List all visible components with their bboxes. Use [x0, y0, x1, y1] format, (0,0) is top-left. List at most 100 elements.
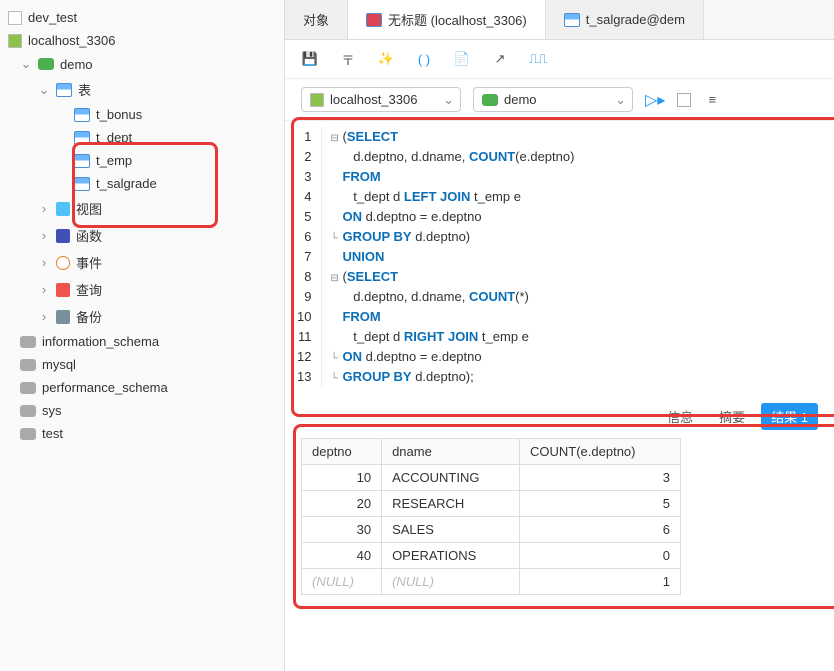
database-select[interactable]: demo [473, 87, 633, 112]
table-t_bonus[interactable]: t_bonus [0, 103, 284, 126]
chevron-right-icon: › [38, 309, 50, 324]
col-header[interactable]: deptno [302, 439, 382, 465]
editor-tabs: 对象 无标题 (localhost_3306) t_salgrade@dem [285, 0, 834, 40]
table-row[interactable]: (NULL)(NULL)1 [302, 569, 681, 595]
table-t_emp[interactable]: t_emp [0, 149, 284, 172]
tab-untitled-query[interactable]: 无标题 (localhost_3306) [348, 0, 546, 39]
table-t_dept[interactable]: t_dept [0, 126, 284, 149]
tree-label: 事件 [76, 253, 102, 272]
line-gutter: 12345678910111213 [291, 127, 322, 387]
event-icon [56, 256, 70, 270]
db-tree: dev_test localhost_3306 ⌄ demo ⌄ 表 t_bon… [0, 0, 285, 671]
chevron-right-icon: › [38, 228, 50, 243]
events-node[interactable]: › 事件 [0, 249, 284, 276]
backup-icon [56, 310, 70, 324]
more-icon[interactable]: ≡ [703, 91, 721, 109]
editor-toolbar: 💾 〒 ✨ ( ) 📄 ↗ ⎍⎍ [285, 40, 834, 79]
result-tabs: 信息 摘要 结果 1 [285, 393, 834, 438]
table-row[interactable]: 40OPERATIONS0 [302, 543, 681, 569]
table-row[interactable]: 10ACCOUNTING3 [302, 465, 681, 491]
table-t_salgrade[interactable]: t_salgrade [0, 172, 284, 195]
table-icon [74, 154, 90, 168]
chevron-right-icon: › [38, 255, 50, 270]
tree-label: t_dept [96, 130, 132, 145]
tree-label: localhost_3306 [28, 33, 115, 48]
sql-code[interactable]: ⊟(SELECT d.deptno, d.dname, COUNT(e.dept… [322, 127, 574, 387]
db-demo[interactable]: ⌄ demo [0, 52, 284, 76]
connection-select[interactable]: localhost_3306 [301, 87, 461, 112]
tab-label: t_salgrade@dem [586, 12, 685, 27]
database-icon [38, 58, 54, 70]
col-header[interactable]: dname [382, 439, 520, 465]
export-icon[interactable]: ↗ [491, 50, 509, 68]
tree-label: 函数 [76, 226, 102, 245]
explain-icon[interactable]: 📄 [453, 50, 471, 68]
tree-label: demo [60, 57, 93, 72]
tree-label: t_bonus [96, 107, 142, 122]
tables-node[interactable]: ⌄ 表 [0, 76, 284, 103]
db-mysql[interactable]: mysql [0, 353, 284, 376]
table-icon [564, 13, 580, 27]
col-header[interactable]: COUNT(e.deptno) [520, 439, 681, 465]
chart-icon[interactable]: ⎍⎍ [529, 50, 547, 68]
database-icon [20, 336, 36, 348]
views-node[interactable]: › 视图 [0, 195, 284, 222]
database-icon [482, 94, 498, 106]
editor-pane: 对象 无标题 (localhost_3306) t_salgrade@dem 💾… [285, 0, 834, 671]
tab-info[interactable]: 信息 [657, 403, 703, 430]
table-icon [74, 177, 90, 191]
database-icon [20, 428, 36, 440]
tree-label: 查询 [76, 280, 102, 299]
tab-result-1[interactable]: 结果 1 [761, 403, 818, 430]
stop-button[interactable] [677, 93, 691, 107]
connection-icon [8, 34, 22, 48]
function-icon [56, 229, 70, 243]
table-row[interactable]: 20RESEARCH5 [302, 491, 681, 517]
brackets-icon[interactable]: ( ) [415, 50, 433, 68]
query-icon [56, 283, 70, 297]
query-tab-icon [366, 13, 382, 27]
beautify-icon[interactable]: ✨ [377, 50, 395, 68]
tree-label: 表 [78, 80, 91, 99]
database-icon [20, 405, 36, 417]
tree-label: 视图 [76, 199, 102, 218]
results-table[interactable]: deptnodnameCOUNT(e.deptno) 10ACCOUNTING3… [301, 438, 681, 595]
view-icon [56, 202, 70, 216]
db-information_schema[interactable]: information_schema [0, 330, 284, 353]
sql-editor[interactable]: 12345678910111213 ⊟(SELECT d.deptno, d.d… [291, 127, 828, 387]
db-test[interactable]: test [0, 422, 284, 445]
select-value: demo [504, 92, 537, 107]
queries-node[interactable]: › 查询 [0, 276, 284, 303]
tab-objects[interactable]: 对象 [285, 0, 348, 39]
tree-label: information_schema [42, 334, 159, 349]
db-performance_schema[interactable]: performance_schema [0, 376, 284, 399]
connection-icon [310, 93, 324, 107]
conn-localhost[interactable]: localhost_3306 [0, 29, 284, 52]
tree-label: sys [42, 403, 62, 418]
select-value: localhost_3306 [330, 92, 417, 107]
chevron-right-icon: › [38, 282, 50, 297]
tree-label: dev_test [28, 10, 77, 25]
save-icon[interactable]: 💾 [301, 50, 319, 68]
tree-label: test [42, 426, 63, 441]
chevron-down-icon: ⌄ [20, 56, 32, 72]
tree-label: t_salgrade [96, 176, 157, 191]
table-group-icon [56, 83, 72, 97]
table-icon [74, 108, 90, 122]
chevron-right-icon: › [38, 201, 50, 216]
conn-dev-test[interactable]: dev_test [0, 6, 284, 29]
table-row[interactable]: 30SALES6 [302, 517, 681, 543]
tab-summary[interactable]: 摘要 [709, 403, 755, 430]
backup-node[interactable]: ›备份 [0, 303, 284, 330]
connection-icon [8, 11, 22, 25]
tree-label: t_emp [96, 153, 132, 168]
tree-label: performance_schema [42, 380, 168, 395]
tree-label: mysql [42, 357, 76, 372]
db-sys[interactable]: sys [0, 399, 284, 422]
functions-node[interactable]: › 函数 [0, 222, 284, 249]
run-button[interactable]: ▷▸ [645, 90, 665, 110]
connection-selectors: localhost_3306 demo ▷▸ ≡ [285, 79, 834, 121]
table-icon [74, 131, 90, 145]
format-icon[interactable]: 〒 [339, 50, 357, 68]
tab-t_salgrade[interactable]: t_salgrade@dem [546, 0, 704, 39]
